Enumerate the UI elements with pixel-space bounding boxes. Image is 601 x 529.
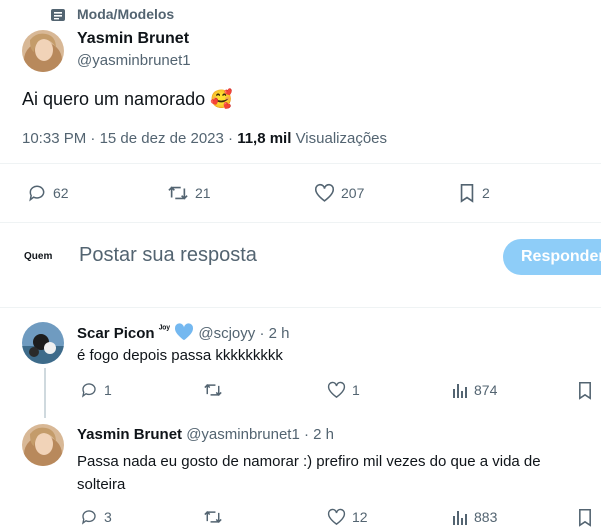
author-avatar[interactable]	[22, 30, 64, 72]
reply-author-name[interactable]: Scar Picon	[77, 325, 155, 342]
reply-count: 62	[53, 185, 69, 201]
like-action[interactable]: 1	[327, 381, 360, 399]
reply-text: é fogo depois passa kkkkkkkkk	[77, 347, 283, 364]
views-count: 883	[474, 509, 498, 525]
post-text-content: Ai quero um namorado	[22, 89, 206, 109]
views-action[interactable]: 874	[452, 381, 497, 399]
reply-time[interactable]: · 2 h	[259, 325, 289, 342]
reply-count: 1	[104, 382, 112, 398]
reply-text-line: Passa nada eu gosto de namorar :) prefir…	[77, 453, 541, 470]
bookmark-icon[interactable]	[577, 508, 593, 527]
views-label: Visualizações	[295, 130, 388, 147]
bookmark-icon	[458, 183, 476, 203]
reply-action[interactable]: 1	[80, 381, 112, 399]
retweet-action[interactable]	[203, 381, 229, 399]
like-count: 12	[352, 509, 368, 525]
divider	[0, 222, 601, 223]
post-date[interactable]: 15 de dez de 2023	[100, 130, 224, 147]
author-handle[interactable]: @yasminbrunet1	[77, 52, 191, 69]
reply-action[interactable]: 62	[27, 183, 69, 203]
retweet-icon	[167, 183, 189, 203]
reply-button[interactable]: Responder	[503, 239, 601, 275]
retweet-icon	[203, 381, 223, 399]
community-icon	[50, 8, 66, 22]
like-action[interactable]: 12	[327, 508, 368, 526]
heart-icon	[327, 508, 346, 526]
views-action[interactable]: 883	[452, 508, 497, 526]
post-text: Ai quero um namorado 🥰	[22, 89, 233, 110]
reply-icon	[80, 508, 98, 526]
views-count: 874	[474, 382, 498, 398]
thread-line	[44, 368, 46, 418]
reply-action[interactable]: 3	[80, 508, 112, 526]
reply-icon	[27, 183, 47, 203]
reply-avatar[interactable]	[22, 424, 64, 466]
bookmark-action[interactable]: 2	[458, 183, 490, 203]
smiling-hearts-emoji: 🥰	[210, 89, 233, 110]
analytics-icon	[452, 508, 468, 526]
reply-text: Passa nada eu gosto de namorar :) prefir…	[77, 450, 592, 496]
divider	[0, 307, 601, 308]
author-name[interactable]: Yasmin Brunet	[77, 30, 189, 48]
reply-count: 3	[104, 509, 112, 525]
retweet-icon	[203, 508, 223, 526]
reply-input[interactable]: Postar sua resposta	[79, 244, 257, 267]
retweet-count: 21	[195, 185, 211, 201]
bookmark-icon[interactable]	[577, 381, 593, 400]
reply-text-line: solteira	[77, 476, 126, 493]
reply-author-handle[interactable]: @yasminbrunet1	[186, 426, 300, 443]
retweet-action[interactable]	[203, 508, 229, 526]
reply-time[interactable]: · 2 h	[304, 426, 334, 443]
like-count: 207	[341, 185, 365, 201]
reply-author-name-suffix: ᴶᵒʸ	[158, 324, 171, 335]
reply-icon	[80, 381, 98, 399]
reply-author-handle[interactable]: @scjoyy	[198, 325, 255, 342]
post-time[interactable]: 10:33 PM	[22, 130, 86, 147]
retweet-action[interactable]: 21	[167, 183, 211, 203]
analytics-icon	[452, 381, 468, 399]
heart-icon	[314, 183, 335, 203]
blue-heart-emoji	[174, 323, 194, 345]
reply-header: Scar Picon ᴶᵒʸ @scjoyy · 2 h	[77, 323, 289, 345]
composer-avatar: Quem	[24, 251, 53, 262]
views-count: 11,8 mil	[237, 130, 292, 147]
like-count: 1	[352, 382, 360, 398]
heart-icon	[327, 381, 346, 399]
reply-author-name[interactable]: Yasmin Brunet	[77, 426, 182, 443]
reply-header: Yasmin Brunet @yasminbrunet1 · 2 h	[77, 426, 334, 443]
community-label[interactable]: Moda/Modelos	[77, 6, 174, 22]
bookmark-count: 2	[482, 185, 490, 201]
like-action[interactable]: 207	[314, 183, 364, 203]
divider	[0, 163, 601, 164]
reply-avatar[interactable]	[22, 322, 64, 364]
post-meta: 10:33 PM · 15 de dez de 2023 · 11,8 mil …	[22, 130, 388, 147]
